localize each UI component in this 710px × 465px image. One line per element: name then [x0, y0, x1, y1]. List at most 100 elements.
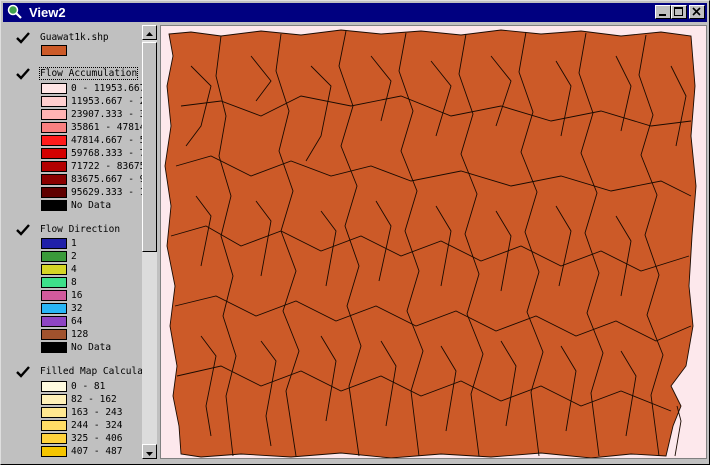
- legend-label: 47814.667 - 5: [71, 135, 143, 146]
- arrow-up-icon: [146, 32, 153, 36]
- legend-swatch: [41, 433, 67, 444]
- legend-swatch: [41, 264, 67, 275]
- legend-item: 59768.333 - 7: [41, 148, 142, 160]
- legend-swatch: [41, 394, 67, 405]
- checkmark-icon[interactable]: [15, 365, 31, 379]
- legend-label: 59768.333 - 7: [71, 148, 143, 159]
- legend-swatch: [41, 96, 67, 107]
- legend-label: 325 - 406: [71, 433, 123, 444]
- maximize-button[interactable]: [671, 5, 687, 19]
- legend-label: 1: [71, 238, 77, 249]
- legend-item: 0 - 81: [41, 381, 142, 393]
- legend-swatch: [41, 135, 67, 146]
- legend-swatch: [41, 290, 67, 301]
- legend-item: 35861 - 47814: [41, 122, 142, 134]
- scroll-up-button[interactable]: [142, 25, 157, 40]
- legend-label: 0 - 11953.667: [71, 83, 143, 94]
- legend-label: 95629.333 - 1: [71, 187, 143, 198]
- legend-item: 2: [41, 251, 142, 263]
- legend-item: 4: [41, 264, 142, 276]
- legend-item: 95629.333 - 1: [41, 187, 142, 199]
- watershed-map[interactable]: [161, 26, 707, 459]
- theme-name: Guawat1k.shp: [40, 32, 109, 43]
- scroll-thumb[interactable]: [142, 42, 157, 252]
- legend-item: 82 - 162: [41, 394, 142, 406]
- legend-label: 8: [71, 277, 77, 288]
- minimize-icon: [659, 14, 666, 16]
- legend-item: 325 - 406: [41, 433, 142, 445]
- legend-item: 244 - 324: [41, 420, 142, 432]
- legend-swatch: [41, 381, 67, 392]
- legend-label: No Data: [71, 342, 112, 353]
- legend-swatch: [41, 45, 67, 56]
- legend-label: 11953.667 - 2: [71, 96, 143, 107]
- legend-label: 4: [71, 264, 77, 275]
- theme-name: Flow Accumulation: [38, 67, 139, 80]
- minimize-button[interactable]: [655, 5, 671, 19]
- legend-label: 16: [71, 290, 83, 301]
- checkmark-icon[interactable]: [15, 223, 31, 237]
- maximize-icon: [674, 7, 683, 16]
- close-icon: [692, 7, 701, 16]
- legend-item: 83675.667 - 9: [41, 174, 142, 186]
- theme-name: Flow Direction: [40, 224, 121, 235]
- legend-item: 71722 - 83675: [41, 161, 142, 173]
- watershed-polygons[interactable]: [164, 29, 697, 458]
- legend-label: 64: [71, 316, 83, 327]
- legend-swatch: [41, 109, 67, 120]
- map-display[interactable]: [160, 25, 707, 459]
- legend-item: No Data: [41, 200, 142, 212]
- arrow-down-icon: [146, 452, 153, 456]
- legend-label: 83675.667 - 9: [71, 174, 143, 185]
- legend-swatch: [41, 83, 67, 94]
- legend-item: 64: [41, 316, 142, 328]
- legend-swatch: [41, 316, 67, 327]
- theme-name: Filled Map Calculat: [40, 366, 143, 377]
- legend-swatch: [41, 174, 67, 185]
- legend-label: 35861 - 47814: [71, 122, 143, 133]
- table-of-contents: Guawat1k.shp Flow Accumulation 0 - 11953…: [5, 25, 143, 459]
- legend-swatch: [41, 446, 67, 457]
- legend-swatch: [41, 187, 67, 198]
- legend-item: 11953.667 - 2: [41, 96, 142, 108]
- legend-swatch: [41, 161, 67, 172]
- legend-label: No Data: [71, 200, 112, 211]
- legend-label: 71722 - 83675: [71, 161, 143, 172]
- title-bar[interactable]: View2: [3, 3, 707, 22]
- legend-label: 32: [71, 303, 83, 314]
- legend-label: 407 - 487: [71, 446, 123, 457]
- legend-item: 1: [41, 238, 142, 250]
- legend-swatch: [41, 342, 67, 353]
- legend-item: 163 - 243: [41, 407, 142, 419]
- scroll-down-button[interactable]: [142, 444, 157, 459]
- checkmark-icon[interactable]: [15, 67, 31, 81]
- legend-label: 0 - 81: [71, 381, 106, 392]
- legend-label: 163 - 243: [71, 407, 123, 418]
- legend-swatch: [41, 148, 67, 159]
- checkmark-icon[interactable]: [15, 31, 31, 45]
- legend-item: 16: [41, 290, 142, 302]
- legend-item: 32: [41, 303, 142, 315]
- legend-item: No Data: [41, 342, 142, 354]
- legend-swatch: [41, 303, 67, 314]
- view-window: View2 Guawat1k.shp Flow Accumulation 0 -…: [0, 0, 710, 465]
- close-button[interactable]: [689, 5, 705, 19]
- legend-label: 82 - 162: [71, 394, 117, 405]
- window-title: View2: [29, 5, 66, 20]
- legend-item: 128: [41, 329, 142, 341]
- legend-item: 23907.333 - 3: [41, 109, 142, 121]
- legend-swatch: [41, 407, 67, 418]
- magnifier-globe-icon: [7, 4, 22, 19]
- legend-item: 8: [41, 277, 142, 289]
- legend-swatch: [41, 420, 67, 431]
- legend-label: 2: [71, 251, 77, 262]
- legend-swatch: [41, 122, 67, 133]
- toc-scrollbar[interactable]: [142, 25, 157, 459]
- legend-swatch: [41, 329, 67, 340]
- legend-swatch: [41, 277, 67, 288]
- legend-swatch: [41, 238, 67, 249]
- legend-item: 407 - 487: [41, 446, 142, 458]
- legend-item: [41, 45, 142, 57]
- legend-item: 47814.667 - 5: [41, 135, 142, 147]
- legend-item: 0 - 11953.667: [41, 83, 142, 95]
